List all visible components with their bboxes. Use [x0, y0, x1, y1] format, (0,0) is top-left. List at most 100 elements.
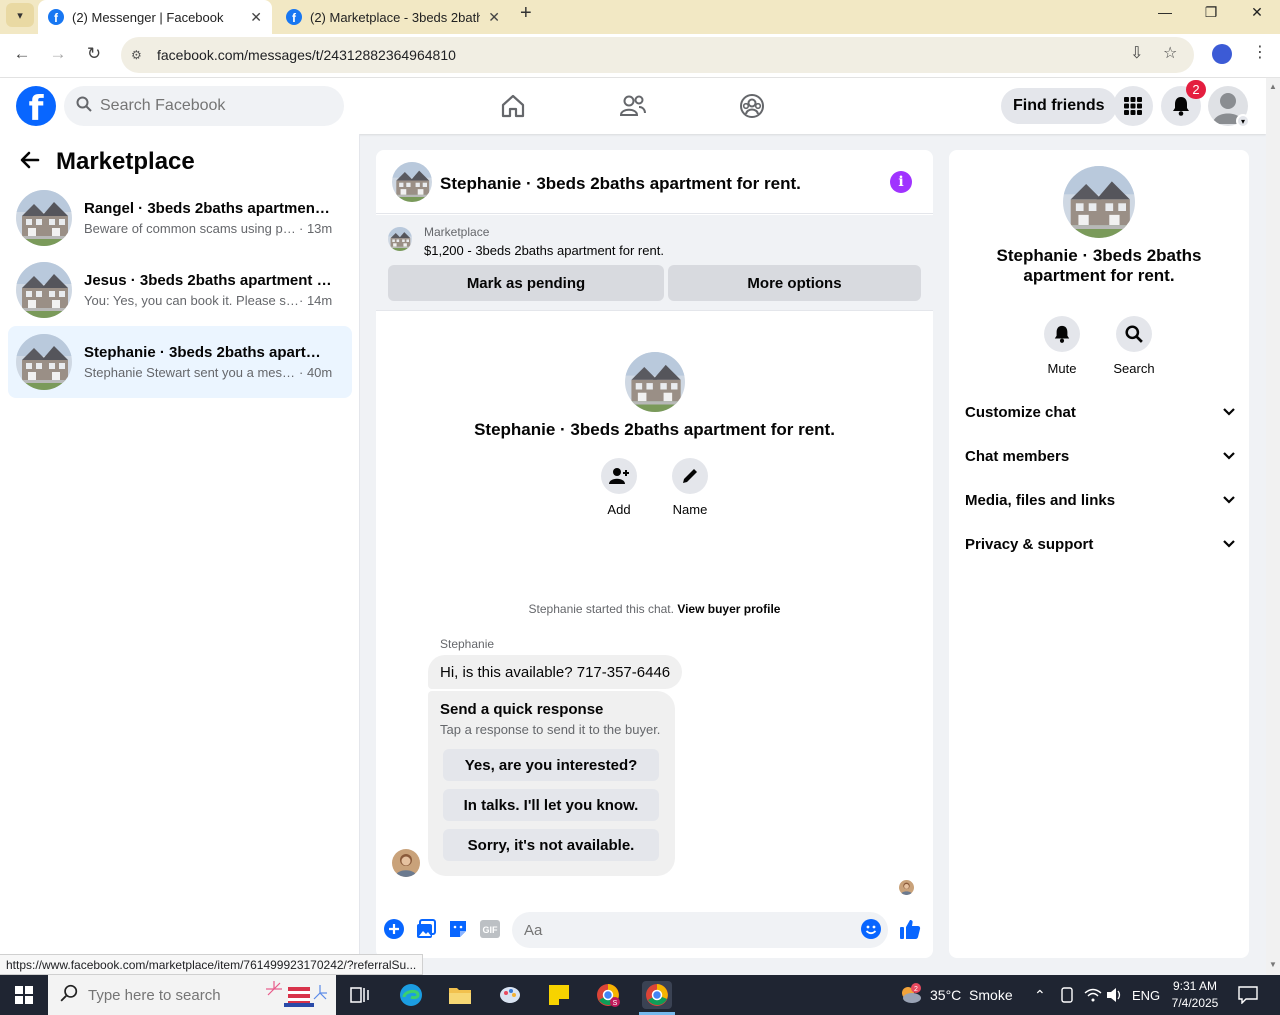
sticker-icon[interactable]: [447, 918, 469, 940]
quick-response-button[interactable]: Sorry, it's not available.: [443, 829, 659, 861]
friends-icon[interactable]: [617, 90, 649, 122]
paint-app-icon[interactable]: [496, 981, 524, 1009]
chat-avatar[interactable]: [392, 162, 432, 202]
install-app-icon[interactable]: ⇩: [1130, 43, 1143, 63]
browser-profile-icon[interactable]: [1212, 44, 1232, 64]
browser-menu-icon[interactable]: ⋮: [1252, 42, 1268, 62]
plus-circle-icon[interactable]: [383, 918, 405, 940]
wifi-icon[interactable]: [1084, 975, 1102, 1015]
section-label: Media, files and links: [965, 491, 1116, 509]
like-thumb-icon[interactable]: [899, 918, 921, 940]
new-tab-button[interactable]: +: [520, 2, 532, 25]
privacy-support-section[interactable]: Privacy & support: [965, 532, 1235, 556]
quick-response-button[interactable]: Yes, are you interested?: [443, 749, 659, 781]
facebook-logo-icon[interactable]: f: [16, 86, 56, 126]
taskbar-search[interactable]: [48, 975, 336, 1015]
volume-icon[interactable]: [1106, 975, 1124, 1015]
search-icon: [1116, 316, 1152, 352]
omnibox[interactable]: ⚙ facebook.com/messages/t/24312882364964…: [121, 37, 1194, 73]
conversation-snippet: You: Yes, you can book it. Please sen...: [84, 293, 299, 308]
show-hidden-icons-chevron-icon[interactable]: ⌃: [1034, 975, 1046, 1015]
task-view-icon[interactable]: [346, 981, 374, 1009]
add-person-icon: [601, 458, 637, 494]
find-friends-button[interactable]: Find friends: [1001, 88, 1117, 124]
close-tab-icon[interactable]: ✕: [250, 9, 262, 26]
url-text[interactable]: facebook.com/messages/t/2431288236496481…: [157, 47, 456, 63]
listing-price-title[interactable]: $1,200 - 3beds 2baths apartment for rent…: [424, 243, 664, 258]
svg-text:GIF: GIF: [483, 925, 499, 935]
listing-thumbnail: [16, 262, 72, 318]
listing-thumbnail[interactable]: [388, 227, 412, 251]
conversation-item-selected[interactable]: Stephanie · 3beds 2baths apartme... Step…: [8, 326, 352, 398]
file-explorer-icon[interactable]: [446, 981, 474, 1009]
sender-avatar[interactable]: [392, 849, 420, 877]
scroll-up-icon[interactable]: ▲: [1269, 82, 1277, 91]
sticky-notes-icon[interactable]: [545, 981, 573, 1009]
tab-marketplace[interactable]: f (2) Marketplace - 3beds 2baths ✕: [276, 0, 510, 34]
forward-button[interactable]: →: [46, 44, 70, 64]
photo-icon[interactable]: [415, 918, 437, 940]
close-tab-icon[interactable]: ✕: [488, 9, 500, 26]
minimize-button[interactable]: —: [1142, 0, 1188, 24]
customize-chat-section[interactable]: Customize chat: [965, 400, 1235, 424]
windows-start-icon[interactable]: [0, 975, 48, 1015]
clock-time: 9:31 AM: [1172, 979, 1218, 993]
mute-button[interactable]: Mute: [1032, 316, 1092, 376]
media-files-links-section[interactable]: Media, files and links: [965, 488, 1235, 512]
facebook-search[interactable]: [64, 86, 344, 126]
conversation-snippet: Beware of common scams using pa...: [84, 221, 299, 236]
scroll-down-icon[interactable]: ▼: [1269, 960, 1277, 969]
back-button[interactable]: ←: [10, 44, 34, 64]
chevron-down-icon: [1223, 493, 1235, 507]
intro-avatar: [625, 352, 685, 412]
home-icon[interactable]: [497, 90, 529, 122]
edge-browser-icon[interactable]: [397, 981, 425, 1009]
chat-header: Stephanie · 3beds 2baths apartment for r…: [376, 150, 933, 214]
chat-title[interactable]: Stephanie · 3beds 2baths apartment for r…: [440, 174, 801, 194]
chevron-down-icon[interactable]: ▾: [1236, 114, 1250, 128]
conversation-item[interactable]: Rangel · 3beds 2baths apartment f... Bew…: [8, 182, 352, 254]
gif-icon[interactable]: GIF: [479, 918, 501, 940]
chat-members-section[interactable]: Chat members: [965, 444, 1235, 468]
tab-search-button[interactable]: ▾: [6, 3, 34, 27]
system-clock[interactable]: 9:31 AM 7/4/2025: [1166, 978, 1224, 1012]
svg-text:2: 2: [914, 986, 918, 993]
message-input[interactable]: [524, 912, 844, 948]
chrome-active-icon[interactable]: [642, 981, 672, 1009]
action-center-icon[interactable]: [1238, 975, 1258, 1015]
back-arrow-icon[interactable]: [20, 150, 40, 176]
message-bubble[interactable]: Hi, is this available? 717-357-6446: [428, 655, 683, 689]
browser-tab-bar: ▾ f (2) Messenger | Facebook ✕ f (2) Mar…: [0, 0, 1280, 34]
chrome-profile-icon[interactable]: S: [594, 981, 622, 1009]
site-settings-icon[interactable]: ⚙: [131, 48, 149, 62]
search-input[interactable]: [100, 97, 320, 115]
reload-button[interactable]: ↻: [82, 44, 106, 64]
name-label: Name: [672, 502, 708, 517]
weather-widget[interactable]: 2 35°C Smoke: [898, 975, 1013, 1015]
tab-messenger[interactable]: f (2) Messenger | Facebook ✕: [38, 0, 272, 34]
language-indicator[interactable]: ENG: [1132, 975, 1160, 1015]
close-window-button[interactable]: ✕: [1234, 0, 1280, 24]
meet-now-icon[interactable]: [1059, 975, 1075, 1015]
conversation-time: · 14m: [299, 293, 333, 308]
restore-button[interactable]: ❐: [1188, 0, 1234, 24]
mark-as-pending-button[interactable]: Mark as pending: [388, 265, 664, 301]
quick-response-card: Send a quick response Tap a response to …: [428, 691, 675, 876]
info-icon[interactable]: i: [890, 171, 912, 193]
menu-grid-icon[interactable]: [1113, 86, 1153, 126]
emoji-icon[interactable]: [860, 918, 882, 940]
seen-indicator-avatar: [899, 880, 914, 895]
page-scrollbar[interactable]: ▲ ▼: [1266, 78, 1280, 975]
details-title: Stephanie · 3beds 2baths apartment for r…: [996, 246, 1202, 285]
add-people-button[interactable]: Add: [589, 458, 649, 517]
taskbar-search-input[interactable]: [88, 986, 248, 1004]
more-options-button[interactable]: More options: [668, 265, 921, 301]
quick-response-subtitle: Tap a response to send it to the buyer.: [440, 722, 661, 737]
name-chat-button[interactable]: Name: [660, 458, 720, 517]
conversation-item[interactable]: Jesus · 3beds 2baths apartment fo... You…: [8, 254, 352, 326]
groups-icon[interactable]: [736, 90, 768, 122]
bookmark-star-icon[interactable]: ☆: [1163, 43, 1177, 63]
search-conversation-button[interactable]: Search: [1104, 316, 1164, 376]
quick-response-button[interactable]: In talks. I'll let you know.: [443, 789, 659, 821]
view-buyer-profile-link[interactable]: View buyer profile: [677, 602, 780, 616]
